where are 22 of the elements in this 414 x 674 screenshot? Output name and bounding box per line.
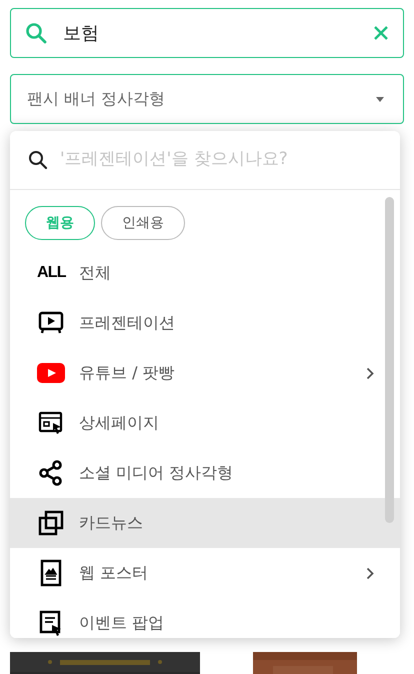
scrollbar[interactable]: [385, 197, 394, 523]
category-search-field[interactable]: '프레젠테이션'을 찾으시나요?: [60, 147, 382, 173]
category-item[interactable]: 카드뉴스: [10, 498, 400, 548]
filter-chip[interactable]: 인쇄용: [101, 206, 185, 240]
category-dropdown[interactable]: 팬시 배너 정사각형: [10, 74, 404, 124]
category-item[interactable]: 프레젠테이션: [10, 298, 400, 348]
dropdown-arrow-icon: [376, 96, 384, 102]
category-item[interactable]: ALL 전체: [10, 248, 400, 298]
category-item[interactable]: 이벤트 팝업: [10, 598, 400, 638]
category-item[interactable]: 유튜브 / 팟빵: [10, 348, 400, 398]
category-item[interactable]: 소셜 미디어 정사각형: [10, 448, 400, 498]
search-query: 보험: [63, 22, 100, 46]
search-field[interactable]: 보험: [10, 8, 404, 58]
webpage-cursor-icon: [37, 409, 65, 437]
video-play-icon: [37, 363, 65, 383]
stacked-squares-icon: [37, 509, 65, 537]
search-icon: [28, 150, 48, 170]
category-item[interactable]: 상세페이지: [10, 398, 400, 448]
search-icon: [25, 22, 47, 44]
category-item[interactable]: 웹 포스터: [10, 548, 400, 598]
all-icon: ALL: [37, 261, 65, 285]
close-icon[interactable]: [373, 25, 389, 41]
